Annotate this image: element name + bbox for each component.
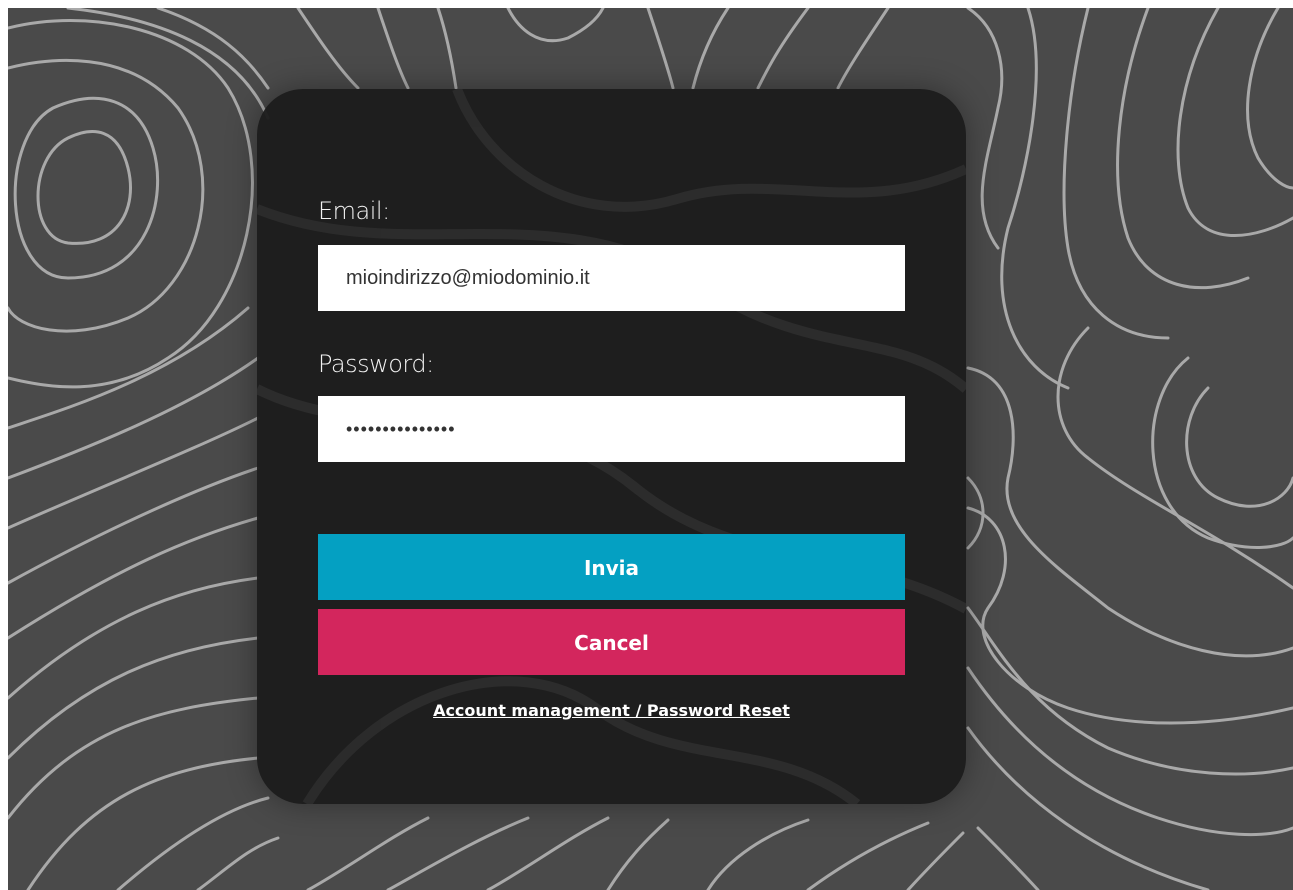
page-background: Email: Password: Invia Cancel Account ma… xyxy=(8,8,1293,890)
email-field[interactable] xyxy=(318,245,905,311)
account-management-link[interactable]: Account management / Password Reset xyxy=(257,701,966,720)
email-label: Email: xyxy=(318,197,390,225)
password-label: Password: xyxy=(318,350,434,378)
submit-button[interactable]: Invia xyxy=(318,534,905,600)
password-field[interactable] xyxy=(318,396,905,462)
cancel-button[interactable]: Cancel xyxy=(318,609,905,675)
login-card: Email: Password: Invia Cancel Account ma… xyxy=(257,89,966,804)
